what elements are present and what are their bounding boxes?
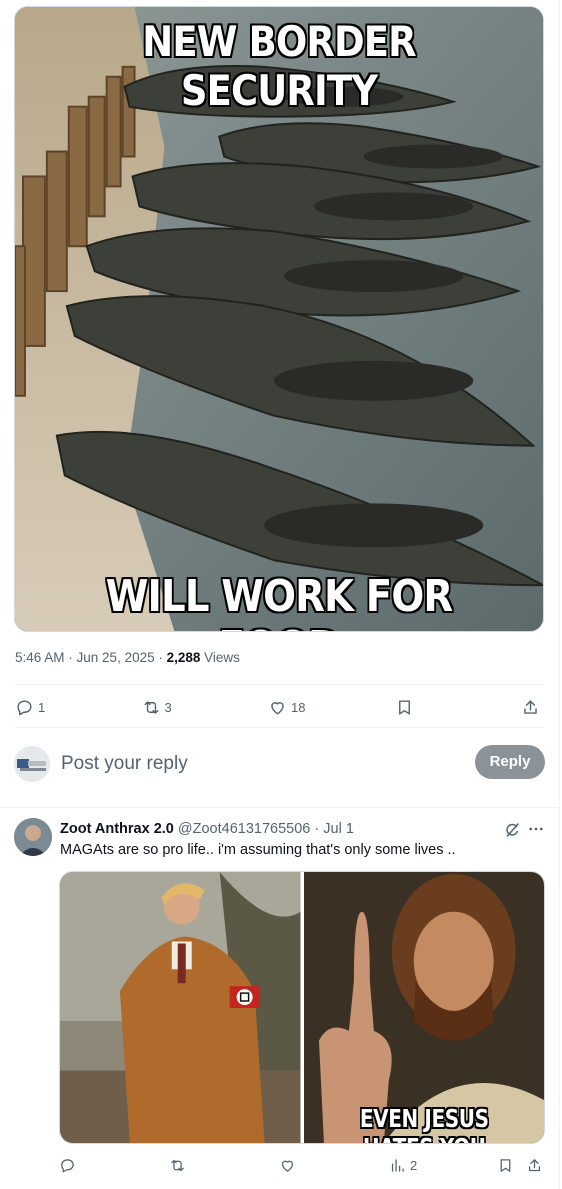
tweet-thread: NEW BORDER SECURITY WILL WORK FOR FOOD 5… [0,0,560,1189]
share-icon [528,1158,541,1171]
reply-submit-button[interactable]: Reply [475,745,545,779]
avatar-image [14,818,52,856]
post-header: Zoot Anthrax 2.0 @Zoot46131765506 · Jul … [60,821,354,837]
divider [15,727,544,728]
meme-bottom-caption: WILL WORK FOR FOOD [105,571,453,631]
views-count: 2 [410,1157,418,1173]
more-icon[interactable] [527,820,545,838]
repost-button[interactable] [169,1153,186,1177]
reply-icon [61,1158,74,1173]
media-image-right[interactable]: EVEN JESUS HATES YOU [303,872,544,1143]
share-button[interactable] [521,695,545,719]
views-label: Views [200,650,240,665]
post-meta: 5:46 AM · Jun 25, 2025 · 2,288 Views [15,650,240,665]
heart-icon [281,1160,294,1172]
meta-separator: · [154,650,167,665]
reply-icon [17,699,32,715]
reply-post[interactable]: Zoot Anthrax 2.0 @Zoot46131765506 · Jul … [0,807,560,1189]
bookmark-button[interactable] [497,1153,514,1177]
repost-icon [143,700,159,714]
views-count: 2,288 [166,650,201,665]
header-separator: · [310,821,324,837]
avatar[interactable] [14,818,52,856]
bookmark-icon [398,699,410,715]
media-image-left[interactable] [60,872,301,1143]
avatar-image [14,746,50,782]
post-media: EVEN JESUS HATES YOU [59,871,545,1144]
like-count: 18 [291,699,306,715]
heart-icon [271,701,284,715]
post-time[interactable]: 5:46 AM [15,650,65,665]
user-handle[interactable]: @Zoot46131765506 [178,821,310,837]
media-caption: EVEN JESUS HATES YOU [359,1104,489,1143]
meta-separator: · [64,650,77,665]
reply-count: 1 [38,699,46,715]
share-button[interactable] [526,1153,543,1177]
repost-icon [171,1159,184,1171]
meme-top-caption: NEW BORDER SECURITY [142,17,416,115]
post-date[interactable]: Jun 25, 2025 [77,650,155,665]
repost-button[interactable]: 3 [142,695,222,719]
grok-icon[interactable] [503,821,521,839]
post-actions: 1 3 18 [15,695,545,719]
uniform-portrait-image [60,872,301,1143]
reply-composer: Post your reply Reply [14,744,545,784]
views-icon [391,1158,404,1172]
reply-input[interactable]: Post your reply [61,753,188,775]
bookmark-button[interactable] [395,695,475,719]
meme-image[interactable]: NEW BORDER SECURITY WILL WORK FOR FOOD [14,6,544,632]
reply-button[interactable]: 1 [15,695,95,719]
like-button[interactable]: 18 [268,695,348,719]
repost-count: 3 [164,699,172,715]
display-name[interactable]: Zoot Anthrax 2.0 [60,821,174,837]
share-icon [524,699,537,714]
views-button[interactable]: 2 [389,1153,417,1177]
jesus-portrait-image [303,872,544,1143]
reply-post-actions: 2 [59,1153,545,1177]
reply-button[interactable] [59,1153,76,1177]
bookmark-icon [500,1158,511,1172]
post-date[interactable]: Jul 1 [323,821,354,837]
like-button[interactable] [279,1153,296,1177]
post-text: MAGAts are so pro life.. i'm assuming th… [60,842,456,858]
divider [15,684,544,685]
user-avatar[interactable] [14,746,50,782]
